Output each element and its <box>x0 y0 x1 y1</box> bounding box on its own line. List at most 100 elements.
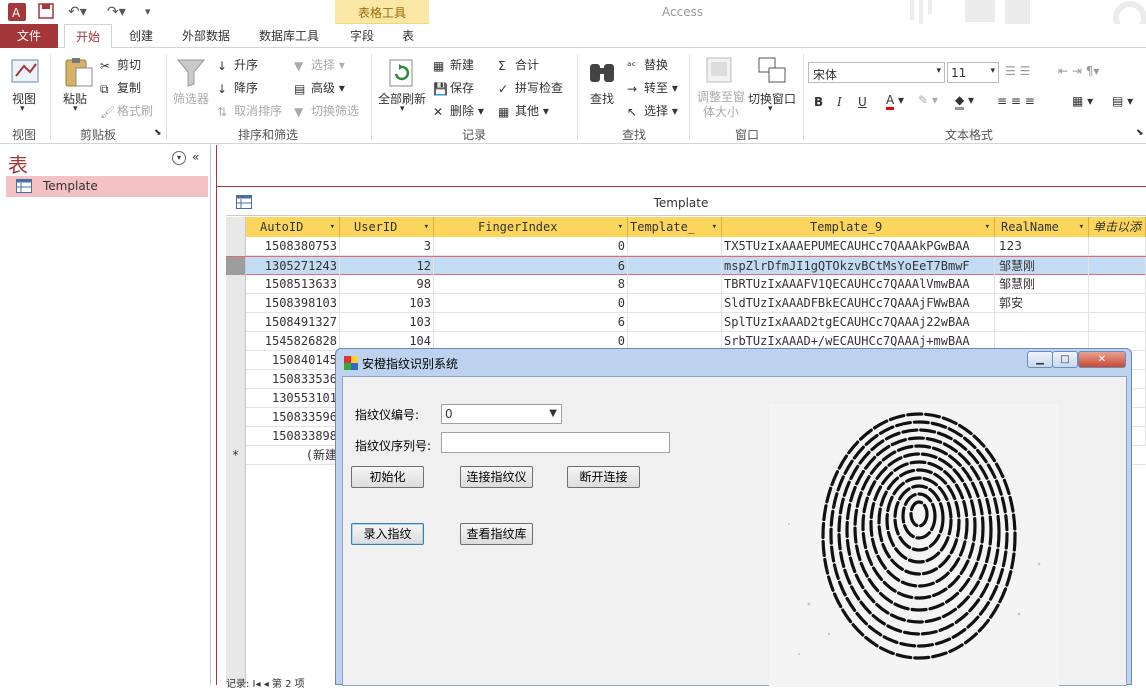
gridlines-icon[interactable]: ▦ ▾ <box>1072 94 1093 108</box>
minimize-button[interactable]: ▁ <box>1027 351 1053 368</box>
filter-button[interactable]: 筛选器 <box>173 90 209 107</box>
table-cell[interactable]: 6 <box>434 257 628 276</box>
table-cell[interactable]: SldTUzIxAAADFBkECAUHCc7QAAAjFWwBAA <box>722 294 995 313</box>
table-cell[interactable]: 150840145 <box>246 351 340 370</box>
enroll-fingerprint-button[interactable]: 录入指纹 <box>351 523 424 545</box>
table-cell[interactable]: 邹慧刚 <box>995 275 1089 294</box>
record-selector[interactable] <box>226 332 246 351</box>
table-cell[interactable]: 103 <box>340 294 434 313</box>
table-cell[interactable]: TBRTUzIxAAAFV1QECAUHCc7QAAAlVmwBAA <box>722 275 995 294</box>
column-header-add-field[interactable]: 单击以添加 <box>1089 217 1146 237</box>
column-header-autoid[interactable]: AutoID ▾ <box>246 217 340 237</box>
initialize-button[interactable]: 初始化 <box>351 466 424 488</box>
save-icon[interactable] <box>38 3 54 21</box>
table-cell[interactable] <box>628 257 722 276</box>
clear-sort-button[interactable]: ⇅ 取消排序 <box>217 102 282 119</box>
nav-menu-icon[interactable]: ▾ <box>172 151 186 165</box>
format-painter-button[interactable]: 🖌 格式刷 <box>100 102 153 119</box>
indent-icon[interactable]: ⇤ ⇥ ¶▾ <box>1058 64 1099 78</box>
table-cell[interactable]: 3 <box>340 237 434 256</box>
align-icon[interactable]: ≡ ≡ ≡ <box>997 94 1035 108</box>
table-cell[interactable]: 8 <box>434 275 628 294</box>
record-selector[interactable] <box>226 294 246 313</box>
column-header-template9[interactable]: Template_9 ▾ <box>722 217 995 237</box>
nav-item-template[interactable]: Template <box>6 176 208 197</box>
table-cell[interactable]: SplTUzIxAAAD2tgECAUHCc7QAAAj22wBAA <box>722 313 995 332</box>
connect-button[interactable]: 连接指纹仪 <box>460 466 533 488</box>
table-cell[interactable]: 1508491327 <box>246 313 340 332</box>
table-row[interactable]: 1305271243 12 6 mspZlrDfmJI1gQTOkzvBCtMsYoE… <box>226 256 1146 276</box>
table-cell[interactable]: 郭安 <box>995 294 1089 313</box>
table-cell[interactable] <box>995 313 1089 332</box>
highlight-icon[interactable]: ✎ ▾ <box>918 93 938 107</box>
replace-button[interactable]: ᵃᶜ 替换 <box>627 56 668 73</box>
table-cell[interactable]: 0 <box>434 237 628 256</box>
table-cell[interactable]: 邹慧刚 <box>995 257 1089 276</box>
table-cell[interactable] <box>1089 275 1146 294</box>
table-cell[interactable]: 1305271243 <box>246 257 340 276</box>
record-selector[interactable] <box>226 351 246 370</box>
table-cell[interactable]: 130553101 <box>246 389 340 408</box>
table-cell[interactable]: 98 <box>340 275 434 294</box>
maximize-button[interactable]: □ <box>1052 351 1078 368</box>
binoculars-icon[interactable] <box>588 56 616 91</box>
tab-external-data[interactable]: 外部数据 <box>174 24 238 48</box>
switch-window-icon[interactable] <box>757 56 787 89</box>
spelling-button[interactable]: ✓ 拼写检查 <box>498 79 563 96</box>
italic-button[interactable]: I <box>837 95 842 109</box>
table-cell[interactable] <box>1089 313 1146 332</box>
table-cell[interactable]: 150833898 <box>246 427 340 446</box>
resize-form-button[interactable]: 调整至窗体大小 <box>696 90 746 120</box>
select-all-corner[interactable] <box>226 217 246 237</box>
advanced-filter-button[interactable]: ▤ 高级 ▾ <box>294 79 345 96</box>
record-navigator[interactable]: 记录: I◂ ◂ 第 2 项 <box>226 675 336 690</box>
bullets-icon[interactable]: ☰ ☰ <box>1005 64 1030 78</box>
record-selector[interactable] <box>226 408 246 427</box>
redo-icon[interactable]: ↷▾ <box>107 3 126 21</box>
record-selector[interactable] <box>226 275 246 294</box>
collapse-pane-icon[interactable]: « <box>192 150 199 164</box>
table-cell[interactable]: mspZlrDfmJI1gQTOkzvBCtMsYoEeT7BmwF <box>722 257 995 276</box>
underline-button[interactable]: U <box>858 95 867 109</box>
close-button[interactable]: ✕ <box>1078 351 1126 368</box>
serial-number-input[interactable] <box>441 432 670 453</box>
view-fingerprint-db-button[interactable]: 查看指纹库 <box>460 523 533 545</box>
table-cell[interactable]: 1545826828 <box>246 332 340 351</box>
disconnect-button[interactable]: 断开连接 <box>567 466 640 488</box>
fill-color-icon[interactable]: ◆ ▾ <box>955 93 974 110</box>
tab-file[interactable]: 文件 <box>0 24 58 48</box>
paste-icon[interactable] <box>62 56 94 91</box>
totals-button[interactable]: Σ 合计 <box>498 56 539 73</box>
view-icon[interactable] <box>10 56 42 91</box>
table-cell[interactable]: 150833596 <box>246 408 340 427</box>
device-number-select[interactable]: 0 ▼ <box>441 404 562 424</box>
tab-fields[interactable]: 字段 <box>344 24 380 48</box>
record-selector[interactable] <box>226 370 246 389</box>
record-selector[interactable] <box>226 427 246 446</box>
table-cell[interactable]: 1508380753 <box>246 237 340 256</box>
record-selector[interactable] <box>226 389 246 408</box>
save-record-button[interactable]: 💾 保存 <box>433 79 474 96</box>
table-cell[interactable]: 150833536 <box>246 370 340 389</box>
dialog-launcher-icon[interactable]: ⬊ <box>154 128 162 138</box>
table-cell[interactable] <box>628 294 722 313</box>
goto-button[interactable]: → 转至 ▾ <box>627 79 678 96</box>
column-header-template[interactable]: Template_ ▾ <box>628 217 722 237</box>
column-header-fingerindex[interactable]: FingerIndex ▾ <box>434 217 628 237</box>
table-row[interactable]: 1508513633 98 8 TBRTUzIxAAAFV1QECAUHCc7QAAA… <box>226 275 1146 294</box>
record-selector[interactable] <box>226 257 246 276</box>
font-size-select[interactable]: 11 ▾ <box>947 62 999 83</box>
font-select[interactable]: 宋体 ▾ <box>808 62 945 83</box>
table-cell[interactable] <box>1089 237 1146 256</box>
column-header-userid[interactable]: UserID ▾ <box>340 217 434 237</box>
selection-filter-button[interactable]: ▼ 选择 ▾ <box>294 56 345 73</box>
find-button[interactable]: 查找 <box>590 90 614 107</box>
dialog-launcher-icon[interactable]: ⬊ <box>1136 128 1144 138</box>
table-row[interactable]: 1508398103 103 0 SldTUzIxAAADFBkECAUHCc7QAA… <box>226 294 1146 313</box>
column-header-realname[interactable]: RealName ▾ <box>995 217 1089 237</box>
table-cell[interactable]: 0 <box>434 294 628 313</box>
table-cell[interactable]: 12 <box>340 257 434 276</box>
resize-form-icon[interactable] <box>705 56 733 87</box>
table-cell[interactable]: 6 <box>434 313 628 332</box>
table-cell[interactable]: 1508398103 <box>246 294 340 313</box>
